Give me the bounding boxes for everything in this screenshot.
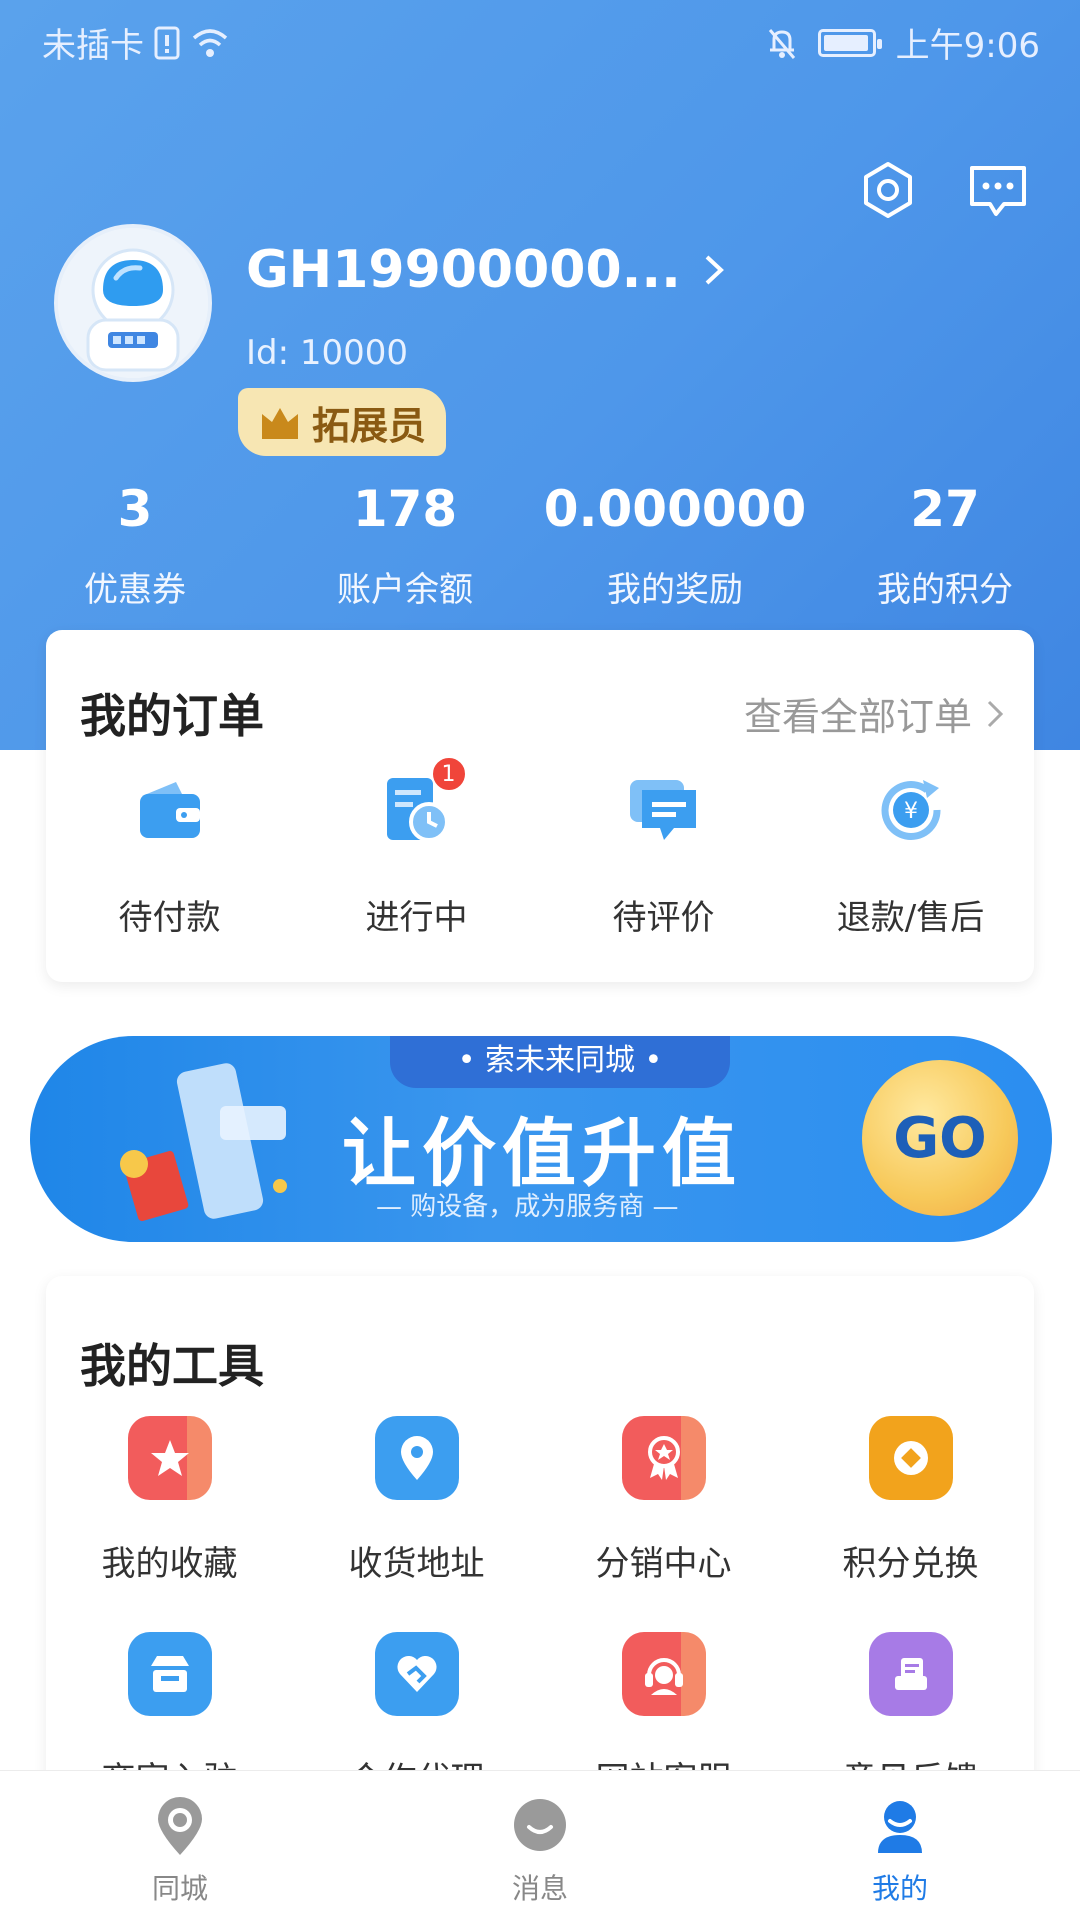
stat-balance[interactable]: 178 账户余额 <box>270 478 540 611</box>
tab-label: 同城 <box>151 1872 208 1905</box>
bottom-tab-bar: 同城 消息 我的 <box>0 1770 1080 1920</box>
tools-title: 我的工具 <box>80 1339 264 1393</box>
tool-address[interactable]: 收货地址 <box>293 1416 540 1632</box>
stat-points[interactable]: 27 我的积分 <box>810 478 1080 611</box>
tab-label: 我的 <box>871 1872 928 1905</box>
star-icon <box>127 1416 212 1500</box>
avatar[interactable] <box>54 224 212 382</box>
message-icon <box>629 780 696 840</box>
headset-icon <box>621 1632 706 1716</box>
banner-subtitle: — 购设备，成为服务商 — <box>376 1192 679 1222</box>
award-icon <box>621 1416 706 1500</box>
tool-label: 我的收藏 <box>101 1544 238 1584</box>
stat-label: 我的奖励 <box>607 570 743 610</box>
wifi-icon <box>192 28 228 57</box>
role-badge: 拓展员 <box>238 388 446 456</box>
promo-banner[interactable]: • 索未来同城 • 让价值升值 — 购设备，成为服务商 — GO <box>30 1036 1052 1242</box>
tool-distribution[interactable]: 分销中心 <box>540 1416 787 1632</box>
map-pin-icon <box>158 1797 202 1855</box>
message-icon[interactable] <box>966 158 1030 222</box>
crown-icon <box>261 408 298 439</box>
order-label: 进行中 <box>365 898 468 938</box>
stat-rewards[interactable]: 0.000000 我的奖励 <box>540 478 810 611</box>
view-all-label: 查看全部订单 <box>743 695 972 739</box>
tool-points-exchange[interactable]: 积分兑换 <box>787 1416 1034 1632</box>
user-icon <box>878 1801 922 1853</box>
clock-text: 上午9:06 <box>895 26 1040 66</box>
handshake-icon <box>374 1632 459 1716</box>
tab-city[interactable]: 同城 <box>0 1771 360 1920</box>
tool-favorites[interactable]: 我的收藏 <box>46 1416 293 1632</box>
mute-bell-icon <box>768 28 795 59</box>
banner-tag: • 索未来同城 • <box>390 1036 730 1088</box>
chevron-right-icon <box>705 255 724 285</box>
order-pending-payment[interactable]: 待付款 <box>46 770 293 939</box>
tool-label: 分销中心 <box>595 1544 732 1584</box>
stat-value: 178 <box>352 480 458 538</box>
phone-illustration-icon <box>120 1063 287 1222</box>
order-label: 退款/售后 <box>836 898 985 938</box>
view-all-orders-link[interactable]: 查看全部订单 <box>744 686 1004 741</box>
account-stats: 3 优惠券 178 账户余额 0.000000 我的奖励 27 我的积分 <box>0 478 1080 611</box>
stat-value: 3 <box>117 480 153 538</box>
stat-value: 27 <box>910 480 980 538</box>
banner-title: 让价值升值 <box>342 1111 742 1197</box>
stat-label: 账户余额 <box>337 570 473 610</box>
order-label: 待付款 <box>118 898 221 938</box>
chevron-right-icon <box>987 700 1004 727</box>
svg-text:¥: ¥ <box>904 799 918 824</box>
refund-icon: ¥ <box>881 780 941 840</box>
order-refund[interactable]: ¥ 退款/售后 <box>787 770 1034 939</box>
username-text: GH19900000... <box>246 240 681 300</box>
tab-label: 消息 <box>511 1872 568 1905</box>
role-badge-label: 拓展员 <box>311 403 426 448</box>
location-icon <box>374 1416 459 1500</box>
status-bar: 未插卡 上午9:06 <box>0 0 1080 76</box>
tab-messages[interactable]: 消息 <box>360 1771 720 1920</box>
shop-icon <box>127 1632 212 1716</box>
username-link[interactable]: GH19900000... <box>246 240 725 300</box>
settings-icon[interactable] <box>856 158 920 222</box>
tool-label: 积分兑换 <box>842 1544 979 1584</box>
go-button[interactable]: GO <box>862 1060 1018 1216</box>
my-orders-card: 我的订单 查看全部订单 待付款 1 进行中 待评价 ¥ 退款/售后 <box>46 630 1034 982</box>
order-count-badge: 1 <box>430 756 467 792</box>
astronaut-avatar-icon <box>58 228 208 378</box>
tab-mine[interactable]: 我的 <box>720 1771 1080 1920</box>
order-in-progress[interactable]: 1 进行中 <box>293 756 540 939</box>
stat-label: 我的积分 <box>877 570 1013 610</box>
sim-alert-icon <box>154 26 180 59</box>
stat-value: 0.000000 <box>543 480 807 538</box>
order-icon-wrap: 1 <box>377 756 467 850</box>
wallet-icon <box>139 782 200 838</box>
tool-label: 收货地址 <box>348 1544 485 1584</box>
order-label: 待评价 <box>612 898 715 938</box>
stat-label: 优惠券 <box>84 570 186 610</box>
my-tools-card: 我的工具 我的收藏 收货地址 分销中心 积分兑换 <box>46 1276 1034 1800</box>
orders-title: 我的订单 <box>80 689 264 743</box>
user-id: Id: 10000 <box>246 333 409 373</box>
carrier-text: 未插卡 <box>42 26 144 66</box>
feedback-icon <box>868 1632 953 1716</box>
chat-bubble-icon <box>514 1799 566 1851</box>
stat-coupons[interactable]: 3 优惠券 <box>0 478 270 611</box>
battery-icon <box>817 28 882 57</box>
coin-icon <box>868 1416 953 1500</box>
order-to-review[interactable]: 待评价 <box>540 770 787 939</box>
